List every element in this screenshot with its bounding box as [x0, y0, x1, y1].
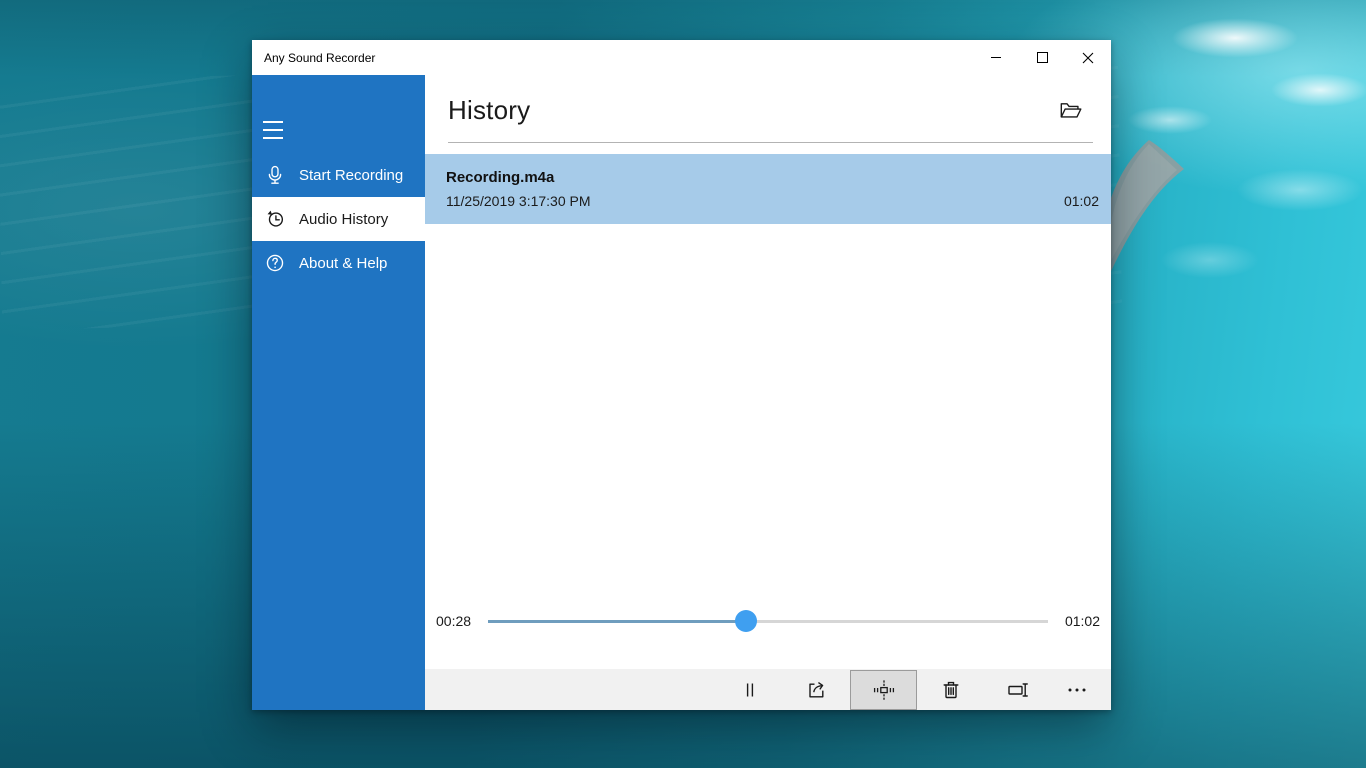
hamburger-button[interactable] — [262, 119, 294, 141]
delete-icon — [939, 678, 963, 702]
sidebar-item-start-recording[interactable]: Start Recording — [252, 153, 425, 197]
more-button[interactable] — [1051, 669, 1103, 710]
pause-button[interactable] — [716, 669, 783, 710]
minimize-button[interactable] — [973, 40, 1019, 75]
help-icon — [263, 251, 287, 275]
sidebar-item-label: Start Recording — [299, 167, 403, 184]
slider-thumb[interactable] — [735, 610, 757, 632]
close-icon — [1082, 52, 1094, 64]
window-controls — [973, 40, 1111, 75]
seek-slider[interactable] — [488, 610, 1048, 632]
recording-datetime: 11/25/2019 3:17:30 PM — [446, 193, 591, 209]
app-window: Any Sound Recorder — [252, 40, 1111, 710]
sidebar-item-label: Audio History — [299, 211, 388, 228]
recording-duration: 01:02 — [1064, 193, 1099, 209]
sidebar: Start Recording Audio History — [252, 75, 425, 710]
page-title: History — [448, 95, 530, 126]
trim-icon — [871, 677, 897, 703]
delete-button[interactable] — [917, 669, 984, 710]
trim-button[interactable] — [850, 670, 917, 710]
open-folder-button[interactable] — [1057, 98, 1085, 123]
more-icon — [1065, 678, 1089, 702]
share-button[interactable] — [783, 669, 850, 710]
playback-toolbar — [425, 669, 1111, 710]
desktop-background: Any Sound Recorder — [0, 0, 1366, 768]
main-panel: History Recording.m4a 11/25/2019 3:17:30… — [425, 75, 1111, 710]
recording-list-item[interactable]: Recording.m4a 11/25/2019 3:17:30 PM 01:0… — [425, 154, 1111, 224]
minimize-icon — [991, 57, 1001, 58]
recording-name: Recording.m4a — [446, 169, 1099, 186]
open-folder-icon — [1059, 100, 1083, 121]
window-title: Any Sound Recorder — [252, 51, 375, 65]
title-bar[interactable]: Any Sound Recorder — [252, 40, 1111, 75]
maximize-button[interactable] — [1019, 40, 1065, 75]
history-icon — [263, 207, 287, 231]
menu-icon — [263, 121, 283, 123]
rename-button[interactable] — [984, 669, 1051, 710]
total-time-label: 01:02 — [1065, 613, 1100, 629]
pause-icon — [738, 678, 762, 702]
elapsed-time-label: 00:28 — [436, 613, 471, 629]
share-icon — [805, 678, 829, 702]
rename-icon — [1006, 678, 1030, 702]
slider-fill — [488, 620, 746, 623]
playback-slider-row: 00:28 01:02 — [425, 610, 1111, 632]
microphone-icon — [263, 163, 287, 187]
sidebar-item-about-help[interactable]: About & Help — [252, 241, 425, 285]
maximize-icon — [1037, 52, 1048, 63]
close-button[interactable] — [1065, 40, 1111, 75]
header-divider — [448, 142, 1093, 143]
sidebar-item-audio-history[interactable]: Audio History — [252, 197, 425, 241]
sidebar-item-label: About & Help — [299, 255, 387, 272]
